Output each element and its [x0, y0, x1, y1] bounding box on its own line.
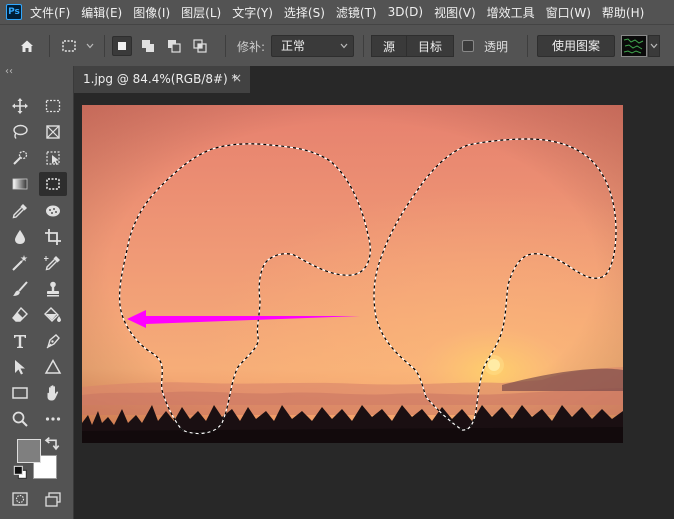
blur-tool-icon[interactable] — [6, 225, 34, 249]
document-tab-bar: 1.jpg @ 84.4%(RGB/8#) * × — [74, 66, 674, 93]
path-selection-tool-icon[interactable] — [6, 355, 34, 379]
menu-file[interactable]: 文件(F) — [30, 4, 70, 21]
marquee-tool-icon[interactable] — [39, 94, 67, 118]
preset-chevron-down-icon[interactable] — [84, 36, 96, 56]
use-pattern-button[interactable]: 使用图案 — [537, 35, 615, 57]
patch-tool-icon[interactable] — [39, 172, 67, 196]
new-selection-button[interactable] — [112, 36, 132, 56]
frame-tool-icon[interactable] — [39, 120, 67, 144]
shape-tool-icon[interactable] — [39, 355, 67, 379]
menu-help[interactable]: 帮助(H) — [602, 4, 644, 21]
collapse-panel-icon[interactable]: ‹‹ — [5, 66, 13, 77]
menu-3d[interactable]: 3D(D) — [388, 5, 423, 19]
intersect-selection-button[interactable] — [190, 36, 210, 56]
sun-halo — [484, 355, 504, 375]
hand-tool-icon[interactable] — [39, 381, 67, 405]
eraser-tool-icon[interactable] — [6, 303, 34, 327]
quick-selection-tool-icon[interactable] — [6, 146, 34, 170]
document-canvas[interactable] — [82, 105, 623, 443]
menu-bar: Ps 文件(F) 编辑(E) 图像(I) 图层(L) 文字(Y) 选择(S) 滤… — [0, 0, 674, 24]
add-to-selection-button[interactable] — [138, 36, 158, 56]
stamp-tool-icon[interactable] — [39, 277, 67, 301]
patch-mode-select[interactable]: 正常 — [271, 35, 354, 57]
patch-label: 修补: — [237, 40, 266, 54]
target-button[interactable]: 目标 — [406, 35, 454, 57]
more-tools-icon[interactable] — [39, 407, 67, 431]
transparent-checkbox[interactable] — [462, 40, 474, 52]
menu-type[interactable]: 文字(Y) — [232, 4, 273, 21]
gradient-tool-icon[interactable] — [6, 172, 34, 196]
brush-tool-icon[interactable] — [6, 277, 34, 301]
pen-tool-icon[interactable] — [39, 329, 67, 353]
rectangle-tool-icon[interactable] — [6, 381, 34, 405]
menu-plugins[interactable]: 增效工具 — [487, 4, 535, 21]
menu-filter[interactable]: 滤镜(T) — [336, 4, 377, 21]
close-icon[interactable]: × — [232, 71, 242, 85]
default-colors-icon[interactable] — [13, 465, 29, 480]
sponge-tool-icon[interactable] — [39, 199, 67, 223]
pattern-chevron-down-icon[interactable] — [648, 35, 660, 57]
transparent-label: 透明 — [484, 40, 509, 54]
eyedropper-tool-icon[interactable] — [6, 199, 34, 223]
patch-tool-preset-icon[interactable] — [58, 36, 80, 56]
patch-mode-value: 正常 — [281, 39, 306, 53]
options-bar: 修补: 正常 源 目标 透明 使用图案 — [0, 24, 674, 66]
swap-colors-icon[interactable] — [44, 436, 60, 451]
menu-window[interactable]: 窗口(W) — [546, 4, 591, 21]
magic-wand-tool-icon[interactable] — [6, 251, 34, 275]
home-icon[interactable] — [16, 36, 38, 56]
foreground-color-swatch[interactable] — [17, 439, 41, 463]
document-tab[interactable]: 1.jpg @ 84.4%(RGB/8#) * × — [74, 66, 250, 93]
quick-mask-icon[interactable] — [6, 487, 34, 511]
crop-tool-icon[interactable] — [39, 225, 67, 249]
source-button[interactable]: 源 — [371, 35, 406, 57]
screen-mode-icon[interactable] — [39, 487, 67, 511]
menu-edit[interactable]: 编辑(E) — [81, 4, 122, 21]
subtract-from-selection-button[interactable] — [164, 36, 184, 56]
photoshop-logo: Ps — [6, 4, 22, 20]
lasso-tool-icon[interactable] — [6, 120, 34, 144]
zoom-tool-icon[interactable] — [6, 407, 34, 431]
move-tool-icon[interactable] — [6, 94, 34, 118]
paint-bucket-tool-icon[interactable] — [39, 303, 67, 327]
object-selection-tool-icon[interactable] — [39, 146, 67, 170]
tools-panel: ‹‹ — [0, 66, 74, 519]
chevron-down-icon — [340, 36, 348, 64]
color-sampler-tool-icon[interactable] — [39, 251, 67, 275]
menu-layer[interactable]: 图层(L) — [181, 4, 221, 21]
menu-view[interactable]: 视图(V) — [434, 4, 476, 21]
document-tab-title: 1.jpg @ 84.4%(RGB/8#) * — [83, 72, 238, 86]
pattern-picker-thumbnail[interactable] — [621, 35, 647, 57]
menu-select[interactable]: 选择(S) — [284, 4, 325, 21]
type-tool-icon[interactable] — [6, 329, 34, 353]
menu-image[interactable]: 图像(I) — [133, 4, 170, 21]
